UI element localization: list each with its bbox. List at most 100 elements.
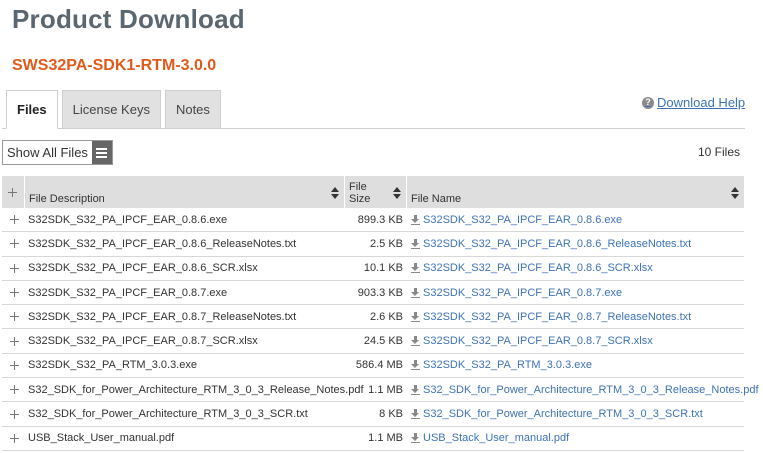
file-description: S32SDK_S32_PA_IPCF_EAR_0.8.7.exe bbox=[28, 286, 228, 299]
file-description: S32SDK_S32_PA_IPCF_EAR_0.8.6_ReleaseNote… bbox=[28, 237, 297, 250]
sort-icon bbox=[731, 187, 740, 199]
file-size: 1.1 MB bbox=[368, 432, 403, 445]
file-name-label: S32SDK_S32_PA_IPCF_EAR_0.8.7_SCR.xlsx bbox=[423, 335, 653, 348]
plus-icon bbox=[10, 263, 19, 273]
tab-bar: Files License Keys Notes bbox=[6, 90, 221, 129]
table-row: S32SDK_S32_PA_IPCF_EAR_0.8.6_SCR.xlsx 10… bbox=[2, 257, 744, 281]
download-icon bbox=[411, 214, 420, 225]
expand-row-button[interactable] bbox=[10, 281, 24, 304]
plus-icon bbox=[10, 409, 19, 419]
file-download-link[interactable]: S32_SDK_for_Power_Architecture_RTM_3_0_3… bbox=[411, 378, 759, 401]
file-download-link[interactable]: S32SDK_S32_PA_IPCF_EAR_0.8.6_ReleaseNote… bbox=[411, 232, 691, 255]
file-download-link[interactable]: S32SDK_S32_PA_IPCF_EAR_0.8.7.exe bbox=[411, 281, 622, 304]
file-name-label: S32SDK_S32_PA_IPCF_EAR_0.8.7.exe bbox=[423, 286, 623, 299]
download-icon bbox=[411, 263, 420, 274]
plus-icon bbox=[10, 433, 19, 443]
expand-row-button[interactable] bbox=[10, 305, 24, 328]
column-header-file-size[interactable]: File Size bbox=[345, 176, 406, 208]
table-row: S32SDK_S32_PA_IPCF_EAR_0.8.6.exe 899.3 K… bbox=[2, 208, 744, 233]
file-size: 586.4 MB bbox=[355, 359, 403, 372]
file-description: S32SDK_S32_PA_IPCF_EAR_0.8.6.exe bbox=[28, 213, 228, 226]
expand-row-button[interactable] bbox=[10, 257, 24, 280]
download-icon bbox=[411, 238, 420, 249]
download-help-label: Download Help bbox=[657, 95, 746, 110]
column-header-file-description[interactable]: File Description bbox=[25, 176, 344, 208]
file-description: S32_SDK_for_Power_Architecture_RTM_3_0_3… bbox=[28, 408, 308, 421]
table-body: S32SDK_S32_PA_IPCF_EAR_0.8.6.exe 899.3 K… bbox=[2, 208, 759, 451]
product-code: SWS32PA-SDK1-RTM-3.0.0 bbox=[12, 57, 217, 74]
expand-row-button[interactable] bbox=[10, 329, 24, 352]
tab-files[interactable]: Files bbox=[6, 90, 58, 129]
file-description: S32SDK_S32_PA_RTM_3.0.3.exe bbox=[28, 359, 197, 372]
file-download-link[interactable]: S32SDK_S32_PA_RTM_3.0.3.exe bbox=[411, 354, 592, 377]
file-description: S32SDK_S32_PA_IPCF_EAR_0.8.7_ReleaseNote… bbox=[28, 310, 297, 323]
file-name-label: S32SDK_S32_PA_IPCF_EAR_0.8.6_ReleaseNote… bbox=[423, 237, 692, 250]
file-size: 8 KB bbox=[379, 408, 403, 421]
file-download-link[interactable]: S32SDK_S32_PA_IPCF_EAR_0.8.6.exe bbox=[411, 208, 622, 231]
plus-icon bbox=[10, 336, 19, 346]
table-row: S32SDK_S32_PA_IPCF_EAR_0.8.7_SCR.xlsx 24… bbox=[2, 329, 744, 354]
plus-icon bbox=[10, 312, 19, 322]
show-all-files-label: Show All Files bbox=[7, 145, 88, 160]
files-table: File Description File Size File Name S32… bbox=[2, 176, 759, 451]
table-row: USB_Stack_User_manual.pdf 1.1 MB USB_Sta… bbox=[2, 427, 744, 451]
download-help-link[interactable]: ? Download Help bbox=[642, 95, 745, 110]
file-download-link[interactable]: USB_Stack_User_manual.pdf bbox=[411, 427, 569, 450]
tab-divider bbox=[2, 128, 745, 129]
table-row: S32_SDK_for_Power_Architecture_RTM_3_0_3… bbox=[2, 402, 744, 427]
file-description: USB_Stack_User_manual.pdf bbox=[28, 432, 175, 445]
sort-icon bbox=[393, 187, 402, 199]
table-row: S32_SDK_for_Power_Architecture_RTM_3_0_3… bbox=[2, 378, 759, 403]
plus-icon bbox=[10, 239, 19, 249]
column-header-file-size-line1: File bbox=[349, 181, 367, 193]
table-header: File Description File Size File Name bbox=[2, 176, 744, 208]
expand-row-button[interactable] bbox=[10, 208, 24, 231]
expand-row-button[interactable] bbox=[10, 354, 24, 377]
file-size: 2.5 KB bbox=[369, 237, 403, 250]
expand-row-button[interactable] bbox=[10, 402, 24, 425]
table-row: S32SDK_S32_PA_RTM_3.0.3.exe 586.4 MB S32… bbox=[2, 354, 744, 379]
file-download-link[interactable]: S32SDK_S32_PA_IPCF_EAR_0.8.6_SCR.xlsx bbox=[411, 257, 653, 280]
table-row: S32SDK_S32_PA_IPCF_EAR_0.8.7_ReleaseNote… bbox=[2, 305, 744, 330]
file-description: S32SDK_S32_PA_IPCF_EAR_0.8.7_SCR.xlsx bbox=[28, 335, 258, 348]
file-size: 24.5 KB bbox=[363, 335, 403, 348]
plus-icon bbox=[10, 215, 19, 225]
file-count: 10 Files bbox=[697, 145, 740, 159]
tab-license-keys[interactable]: License Keys bbox=[61, 90, 161, 128]
file-download-link[interactable]: S32SDK_S32_PA_IPCF_EAR_0.8.7_ReleaseNote… bbox=[411, 305, 691, 328]
plus-icon bbox=[10, 360, 19, 370]
file-name-label: S32_SDK_for_Power_Architecture_RTM_3_0_3… bbox=[423, 383, 759, 396]
question-circle-icon: ? bbox=[642, 96, 654, 109]
file-size: 2.6 KB bbox=[369, 310, 403, 323]
file-download-link[interactable]: S32_SDK_for_Power_Architecture_RTM_3_0_3… bbox=[411, 402, 703, 425]
download-icon bbox=[411, 384, 420, 395]
tab-notes[interactable]: Notes bbox=[164, 90, 221, 128]
file-size: 903.3 KB bbox=[357, 286, 403, 299]
file-name-label: S32SDK_S32_PA_IPCF_EAR_0.8.6_SCR.xlsx bbox=[423, 262, 653, 275]
file-name-label: S32SDK_S32_PA_IPCF_EAR_0.8.7_ReleaseNote… bbox=[423, 310, 692, 323]
file-description: S32_SDK_for_Power_Architecture_RTM_3_0_3… bbox=[28, 383, 364, 396]
download-icon bbox=[411, 409, 420, 420]
file-size: 10.1 KB bbox=[363, 262, 403, 275]
download-icon bbox=[411, 360, 420, 371]
column-header-file-name[interactable]: File Name bbox=[407, 176, 744, 208]
file-name-label: S32SDK_S32_PA_RTM_3.0.3.exe bbox=[423, 359, 592, 372]
file-name-label: S32SDK_S32_PA_IPCF_EAR_0.8.6.exe bbox=[423, 213, 623, 226]
file-name-label: S32_SDK_for_Power_Architecture_RTM_3_0_3… bbox=[423, 408, 703, 421]
download-icon bbox=[411, 336, 420, 347]
show-all-files-dropdown[interactable]: Show All Files bbox=[2, 140, 113, 165]
table-row: S32SDK_S32_PA_IPCF_EAR_0.8.6_ReleaseNote… bbox=[2, 232, 744, 257]
table-row: S32SDK_S32_PA_IPCF_EAR_0.8.7.exe 903.3 K… bbox=[2, 281, 744, 306]
sort-icon bbox=[331, 187, 340, 199]
expand-all-button[interactable] bbox=[8, 176, 24, 208]
file-name-label: USB_Stack_User_manual.pdf bbox=[423, 432, 570, 445]
expand-row-button[interactable] bbox=[10, 232, 24, 255]
file-download-link[interactable]: S32SDK_S32_PA_IPCF_EAR_0.8.7_SCR.xlsx bbox=[411, 329, 653, 352]
file-description: S32SDK_S32_PA_IPCF_EAR_0.8.6_SCR.xlsx bbox=[28, 262, 258, 275]
column-header-file-name-label: File Name bbox=[411, 193, 462, 205]
expand-row-button[interactable] bbox=[10, 378, 24, 401]
download-icon bbox=[411, 433, 420, 444]
menu-icon[interactable] bbox=[91, 141, 112, 164]
expand-row-button[interactable] bbox=[10, 427, 24, 450]
column-header-file-description-label: File Description bbox=[29, 193, 105, 205]
